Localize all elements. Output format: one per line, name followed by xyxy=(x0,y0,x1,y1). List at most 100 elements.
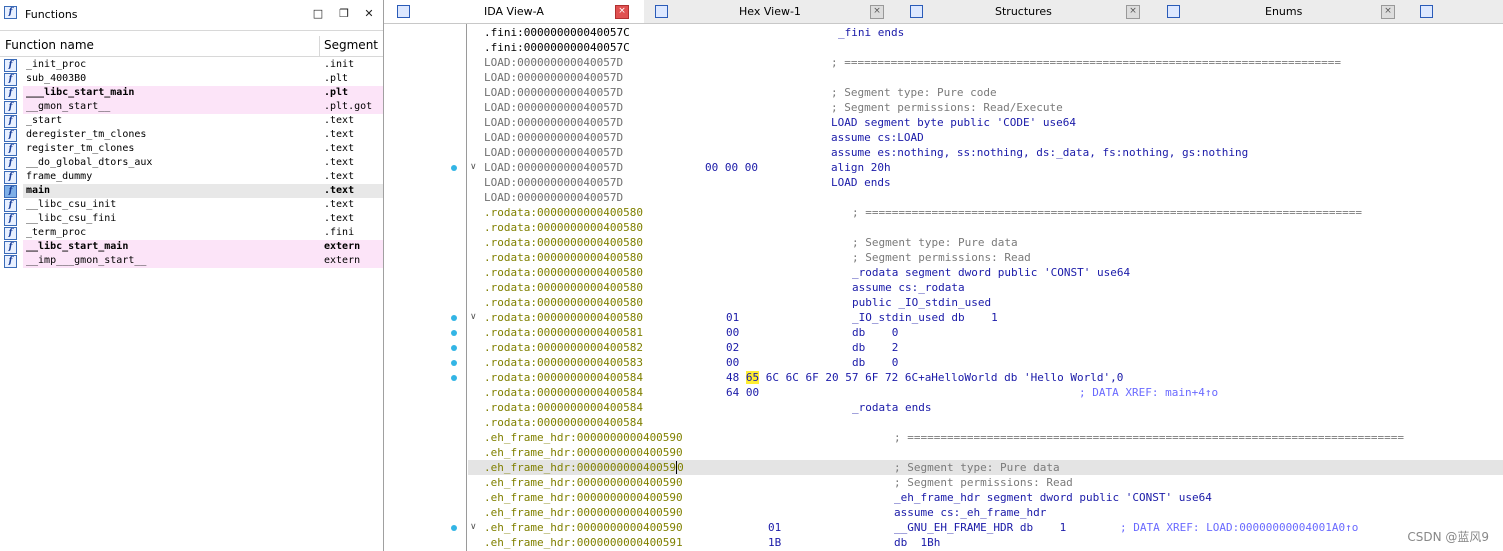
imports-icon xyxy=(1420,5,1433,18)
comment: ; Segment permissions: Read xyxy=(852,251,1031,264)
address: .rodata:0000000000400580 xyxy=(484,206,643,219)
function-name: __libc_csu_fini xyxy=(26,213,117,224)
column-segment[interactable]: Segment xyxy=(324,38,378,52)
column-function-name[interactable]: Function name xyxy=(5,38,94,52)
close-icon[interactable]: × xyxy=(870,5,884,19)
function-name: __libc_csu_init xyxy=(26,199,117,210)
function-segment: .text xyxy=(324,129,355,140)
collapse-chevron-icon[interactable]: ∨ xyxy=(470,312,477,322)
tab-label: Hex View-1 xyxy=(739,5,801,18)
function-icon xyxy=(4,171,17,184)
enums-icon xyxy=(1167,5,1180,18)
function-row[interactable]: __do_global_dtors_aux .text xyxy=(0,156,383,170)
address: .eh_frame_hdr:0000000000400590 xyxy=(484,476,683,489)
breakpoint-dot xyxy=(451,525,457,531)
function-segment: .plt.got xyxy=(324,101,373,112)
function-row[interactable]: __imp___gmon_start__ extern xyxy=(0,254,383,268)
function-icon xyxy=(4,129,17,142)
function-segment: .text xyxy=(324,213,355,224)
tab-bar: IDA View-A × Hex View-1 × Structures × E… xyxy=(384,0,1503,24)
address: LOAD:000000000040057D xyxy=(484,86,624,99)
tab-enums[interactable]: Enums × xyxy=(1153,0,1407,23)
instruction: assume es:nothing, ss:nothing, ds:_data,… xyxy=(831,146,1249,159)
function-icon xyxy=(4,101,17,114)
function-segment: .text xyxy=(324,171,355,182)
restore-icon[interactable]: ❐ xyxy=(336,6,352,22)
comment: ; Segment type: Pure data xyxy=(852,236,1018,249)
comment: ; ======================================… xyxy=(831,56,1341,69)
breakpoint-dot xyxy=(451,330,457,336)
address: LOAD:000000000040057D xyxy=(484,101,624,114)
disassembly-view[interactable]: .fini:000000000040057C _fini ends .fini:00… xyxy=(384,24,1503,551)
function-row[interactable]: _term_proc .fini xyxy=(0,226,383,240)
comment: ; ======================================… xyxy=(852,206,1362,219)
function-icon xyxy=(4,255,17,268)
tab-label: Enums xyxy=(1265,5,1303,18)
function-row[interactable]: _init_proc .init xyxy=(0,58,383,72)
collapse-chevron-icon[interactable]: ∨ xyxy=(470,522,477,532)
address: .rodata:0000000000400584 xyxy=(484,401,643,414)
arrow-gutter xyxy=(384,24,466,551)
close-icon[interactable]: × xyxy=(1381,5,1395,19)
function-row[interactable]: main .text xyxy=(0,184,383,198)
minimize-icon[interactable]: □ xyxy=(310,6,326,22)
hex-bytes: 1B xyxy=(768,536,782,549)
function-name: __libc_start_main xyxy=(26,241,129,252)
tab-structures[interactable]: Structures × xyxy=(898,0,1152,23)
function-name: main xyxy=(26,185,51,196)
close-icon[interactable]: × xyxy=(1126,5,1140,19)
address: .rodata:0000000000400583 xyxy=(484,356,643,369)
data-xref: ; DATA XREF: LOAD:00000000004001A0↑o xyxy=(1120,521,1359,534)
tab-more[interactable] xyxy=(1408,0,1503,23)
tab-ida-view-a[interactable]: IDA View-A × xyxy=(384,0,644,23)
function-name: _start xyxy=(26,115,63,126)
breakpoint-dot xyxy=(451,375,457,381)
address: .eh_frame_hdr:0000000000400590 xyxy=(484,461,684,474)
tab-label: Structures xyxy=(995,5,1052,18)
function-name: sub_4003B0 xyxy=(26,73,87,84)
instruction: _eh_frame_hdr segment dword public 'CONS… xyxy=(894,491,1212,504)
function-row[interactable]: __libc_csu_fini .text xyxy=(0,212,383,226)
function-icon xyxy=(4,185,17,198)
address: LOAD:000000000040057D xyxy=(484,176,624,189)
function-name: register_tm_clones xyxy=(26,143,135,154)
hex-view-icon xyxy=(655,5,668,18)
address: .rodata:0000000000400584 xyxy=(484,371,643,384)
address: .eh_frame_hdr:0000000000400590 xyxy=(484,491,683,504)
function-name: _init_proc xyxy=(26,59,87,70)
collapse-chevron-icon[interactable]: ∨ xyxy=(470,162,477,172)
function-segment: .plt xyxy=(324,73,349,84)
function-row[interactable]: _start .text xyxy=(0,114,383,128)
function-row[interactable]: register_tm_clones .text xyxy=(0,142,383,156)
function-segment: .text xyxy=(324,185,355,196)
function-row[interactable]: __libc_start_main extern xyxy=(0,240,383,254)
function-icon xyxy=(4,115,17,128)
function-row[interactable]: sub_4003B0 .plt xyxy=(0,72,383,86)
function-name: __gmon_start__ xyxy=(26,101,111,112)
address: .eh_frame_hdr:0000000000400590 xyxy=(484,446,683,459)
function-name: ___libc_start_main xyxy=(26,87,135,98)
function-row[interactable]: ___libc_start_main .plt xyxy=(0,86,383,100)
close-icon[interactable]: × xyxy=(615,5,629,19)
function-row[interactable]: __gmon_start__ .plt.got xyxy=(0,100,383,114)
close-icon[interactable]: ✕ xyxy=(361,6,377,22)
function-icon xyxy=(4,199,17,212)
instruction: assume cs:LOAD xyxy=(831,131,924,144)
address: .rodata:0000000000400580 xyxy=(484,296,643,309)
address: LOAD:000000000040057D xyxy=(484,191,624,204)
function-row[interactable]: __libc_csu_init .text xyxy=(0,198,383,212)
function-segment: .text xyxy=(324,143,355,154)
address: .rodata:0000000000400580 xyxy=(484,236,643,249)
functions-panel: Functions □ ❐ ✕ Function name Segment _i… xyxy=(0,0,384,551)
address: .eh_frame_hdr:0000000000400590 xyxy=(484,521,683,534)
tab-hex-view-1[interactable]: Hex View-1 × xyxy=(645,0,897,23)
function-icon xyxy=(4,157,17,170)
comment: ; Segment permissions: Read xyxy=(894,476,1073,489)
address: .eh_frame_hdr:0000000000400590 xyxy=(484,506,683,519)
instruction: _rodata ends xyxy=(852,401,932,414)
function-segment: .text xyxy=(324,115,355,126)
function-row[interactable]: deregister_tm_clones .text xyxy=(0,128,383,142)
function-row[interactable]: frame_dummy .text xyxy=(0,170,383,184)
address: .rodata:0000000000400580 xyxy=(484,221,643,234)
function-segment: .plt xyxy=(324,87,349,98)
